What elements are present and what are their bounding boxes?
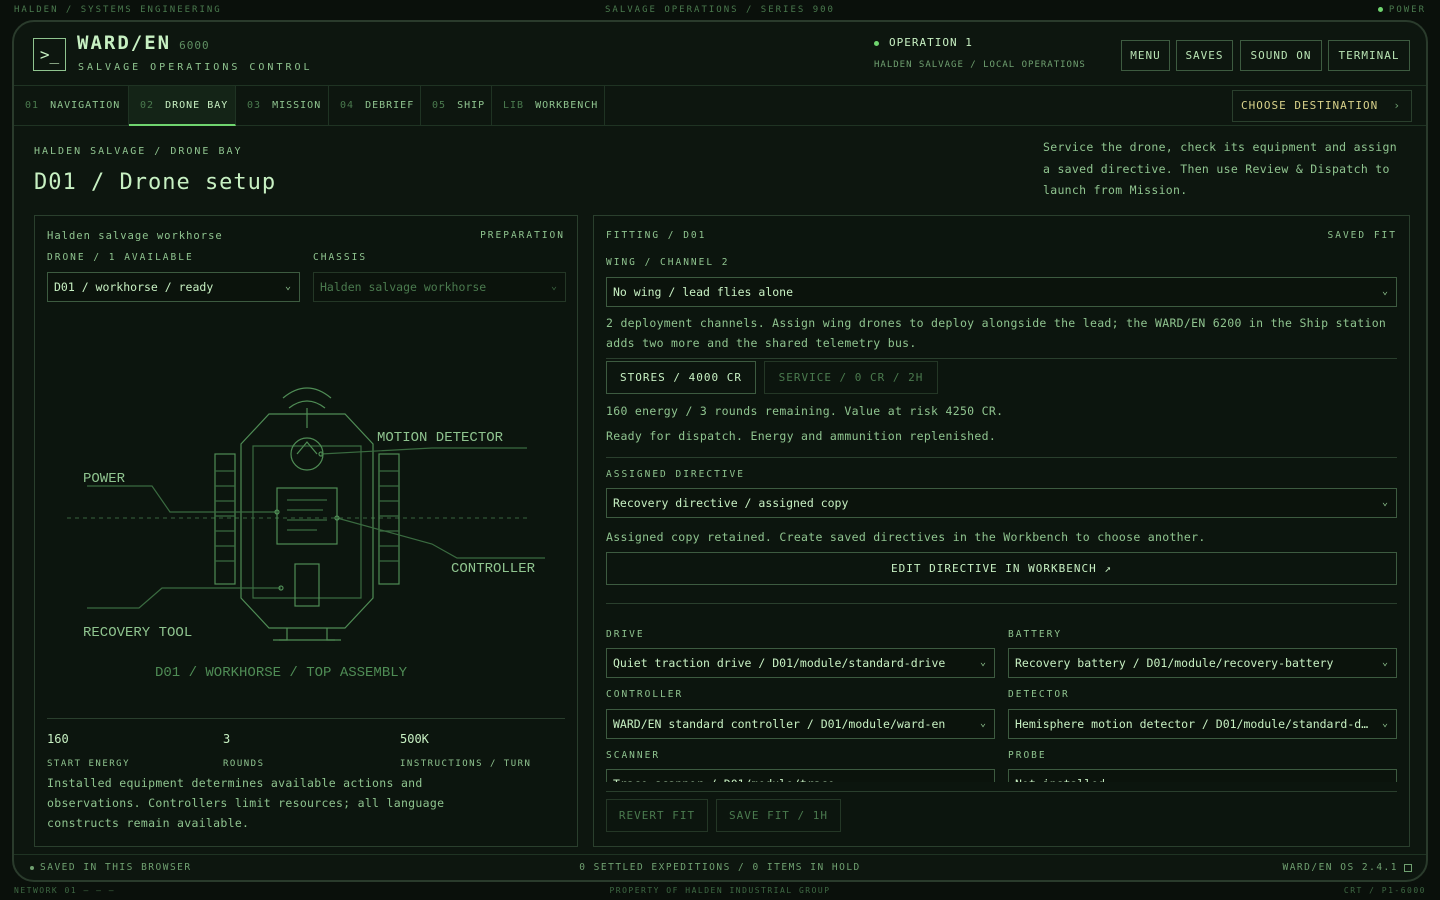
divider bbox=[606, 603, 1397, 604]
window-icon bbox=[1404, 863, 1412, 872]
terminal-prompt-icon: >_ bbox=[33, 38, 66, 71]
instructions-value: 500K bbox=[400, 732, 429, 746]
schematic-label-power: POWER bbox=[83, 471, 126, 487]
detector-select[interactable]: Hemisphere motion detector / D01/module/… bbox=[1008, 709, 1397, 739]
divider bbox=[606, 358, 1397, 359]
brand-title: WARD/EN 6000 bbox=[77, 32, 210, 54]
controller-label: CONTROLLER bbox=[606, 689, 684, 700]
app-header: >_ WARD/EN 6000 SALVAGE OPERATIONS CONTRO… bbox=[14, 22, 1426, 86]
rounds-label: ROUNDS bbox=[223, 759, 265, 769]
status-dot-icon bbox=[874, 40, 879, 46]
battery-select[interactable]: Recovery battery / D01/module/recovery-b… bbox=[1008, 648, 1397, 678]
schematic-label-recovery: RECOVERY TOOL bbox=[83, 625, 192, 641]
terminal-button[interactable]: TERMINAL bbox=[1328, 40, 1410, 71]
power-led-icon bbox=[1377, 7, 1383, 12]
drone-chassis-heading: Halden salvage workhorse bbox=[47, 230, 223, 242]
ready-status: Ready for dispatch. Energy and ammunitio… bbox=[606, 429, 997, 443]
fitting-heading: FITTING / D01 bbox=[606, 230, 707, 241]
schematic-label-controller: CONTROLLER bbox=[451, 561, 536, 577]
preparation-badge: PREPARATION bbox=[480, 230, 565, 241]
start-energy-value: 160 bbox=[47, 732, 69, 746]
start-energy-label: START ENERGY bbox=[47, 759, 131, 769]
drone-select[interactable]: D01 / workhorse / ready ⌄ bbox=[47, 272, 300, 302]
tab-debrief[interactable]: 04 DEBRIEF bbox=[329, 86, 421, 126]
saves-button[interactable]: SAVES bbox=[1176, 40, 1233, 71]
equipment-note: Installed equipment determines available… bbox=[47, 776, 445, 830]
controller-select[interactable]: WARD/EN standard controller / D01/module… bbox=[606, 709, 995, 739]
edit-directive-button[interactable]: EDIT DIRECTIVE IN WORKBENCH ↗ bbox=[606, 552, 1397, 585]
device-series-label: SALVAGE OPERATIONS / SERIES 900 bbox=[605, 5, 835, 15]
os-version: WARD/EN OS 2.4.1 bbox=[1282, 862, 1412, 873]
detector-label: DETECTOR bbox=[1008, 689, 1070, 700]
chevron-down-icon: ⌄ bbox=[979, 718, 986, 729]
chassis-select: Halden salvage workhorse ⌄ bbox=[313, 272, 566, 302]
tab-drone-bay[interactable]: 02 DRONE BAY bbox=[129, 86, 236, 126]
probe-label: PROBE bbox=[1008, 750, 1047, 761]
tab-mission[interactable]: 03 MISSION bbox=[236, 86, 329, 126]
divider bbox=[606, 791, 1397, 792]
energy-status: 160 energy / 3 rounds remaining. Value a… bbox=[606, 404, 1004, 418]
directive-note: Assigned copy retained. Create saved dir… bbox=[606, 530, 1206, 544]
chevron-down-icon: ⌄ bbox=[550, 281, 557, 292]
chevron-down-icon: ⌄ bbox=[1381, 497, 1388, 508]
chassis-select-label: CHASSIS bbox=[313, 252, 368, 263]
rounds-value: 3 bbox=[223, 732, 231, 746]
power-indicator: POWER bbox=[1377, 5, 1426, 15]
ownership-label: PROPERTY OF HALDEN INDUSTRIAL GROUP bbox=[609, 886, 831, 895]
brand-subtitle: SALVAGE OPERATIONS CONTROL bbox=[78, 62, 313, 73]
page-title: D01 / Drone setup bbox=[34, 170, 277, 195]
crt-model-label: CRT / P1-6000 bbox=[1343, 886, 1426, 895]
crt-screen: >_ WARD/EN 6000 SALVAGE OPERATIONS CONTRO… bbox=[12, 20, 1428, 882]
wing-label: WING / CHANNEL 2 bbox=[606, 257, 730, 268]
status-bar: SAVED IN THIS BROWSER 0 SETTLED EXPEDITI… bbox=[14, 854, 1426, 880]
wing-select[interactable]: No wing / lead flies alone ⌄ bbox=[606, 277, 1397, 307]
probe-select[interactable]: Not installed bbox=[1008, 769, 1397, 782]
wing-note: 2 deployment channels. Assign wing drone… bbox=[606, 316, 1387, 350]
directive-select[interactable]: Recovery directive / assigned copy ⌄ bbox=[606, 488, 1397, 518]
directive-label: ASSIGNED DIRECTIVE bbox=[606, 469, 745, 480]
choose-destination-button[interactable]: CHOOSE DESTINATION › bbox=[1232, 90, 1412, 122]
operation-status: OPERATION 1 bbox=[874, 36, 973, 49]
sound-toggle-button[interactable]: SOUND ON bbox=[1240, 40, 1322, 71]
breadcrumb: HALDEN SALVAGE / DRONE BAY bbox=[34, 146, 243, 157]
drive-select[interactable]: Quiet traction drive / D01/module/standa… bbox=[606, 648, 995, 678]
instructions-label: INSTRUCTIONS / TURN bbox=[400, 759, 532, 769]
schematic-caption: D01 / WORKHORSE / TOP ASSEMBLY bbox=[155, 665, 408, 681]
revert-fit-button: REVERT FIT bbox=[606, 799, 708, 832]
page-intro: Service the drone, check its equipment a… bbox=[1043, 140, 1397, 197]
schematic-label-motion: MOTION DETECTOR bbox=[377, 430, 504, 446]
battery-label: BATTERY bbox=[1008, 629, 1063, 640]
expedition-summary: 0 SETTLED EXPEDITIONS / 0 ITEMS IN HOLD bbox=[579, 862, 861, 873]
drone-select-label: DRONE / 1 AVAILABLE bbox=[47, 252, 194, 263]
chevron-down-icon: ⌄ bbox=[284, 281, 291, 292]
main-tabs: 01 NAVIGATION 02 DRONE BAY 03 MISSION 04… bbox=[14, 86, 1426, 126]
device-top-bar: HALDEN / SYSTEMS ENGINEERING SALVAGE OPE… bbox=[0, 0, 1440, 20]
scanner-label: SCANNER bbox=[606, 750, 661, 761]
chevron-down-icon: ⌄ bbox=[1381, 657, 1388, 668]
saved-fit-badge: SAVED FIT bbox=[1327, 230, 1397, 241]
tab-ship[interactable]: 05 SHIP bbox=[421, 86, 492, 126]
divider bbox=[47, 718, 565, 719]
chevron-down-icon: ⌄ bbox=[979, 657, 986, 668]
divider bbox=[606, 457, 1397, 458]
tab-workbench[interactable]: LIB WORKBENCH bbox=[492, 86, 605, 126]
drone-panel: Halden salvage workhorse PREPARATION DRO… bbox=[34, 215, 578, 847]
brand-model: 6000 bbox=[179, 39, 210, 52]
stores-button[interactable]: STORES / 4000 CR bbox=[606, 361, 756, 394]
tab-navigation[interactable]: 01 NAVIGATION bbox=[14, 86, 129, 126]
drive-label: DRIVE bbox=[606, 629, 645, 640]
fitting-panel: FITTING / D01 SAVED FIT WING / CHANNEL 2… bbox=[593, 215, 1410, 847]
chevron-down-icon: ⌄ bbox=[1381, 286, 1388, 297]
drone-schematic: MOTION DETECTOR POWER CONTROLLER RECOVER… bbox=[67, 387, 545, 681]
service-button: SERVICE / 0 CR / 2H bbox=[764, 361, 938, 394]
scanner-select[interactable]: Trace scanner / D01/module/trace bbox=[606, 769, 995, 782]
chevron-right-icon: › bbox=[1393, 99, 1401, 112]
modules-scroll-area[interactable]: DRIVE BATTERY Quiet traction drive / D01… bbox=[594, 612, 1409, 782]
save-fit-button: SAVE FIT / 1H bbox=[716, 799, 841, 832]
operation-location: HALDEN SALVAGE / LOCAL OPERATIONS bbox=[874, 60, 1086, 70]
menu-button[interactable]: MENU bbox=[1121, 40, 1170, 71]
chevron-down-icon: ⌄ bbox=[1381, 718, 1388, 729]
device-bottom-bar: NETWORK 01 — — — PROPERTY OF HALDEN INDU… bbox=[0, 882, 1440, 900]
